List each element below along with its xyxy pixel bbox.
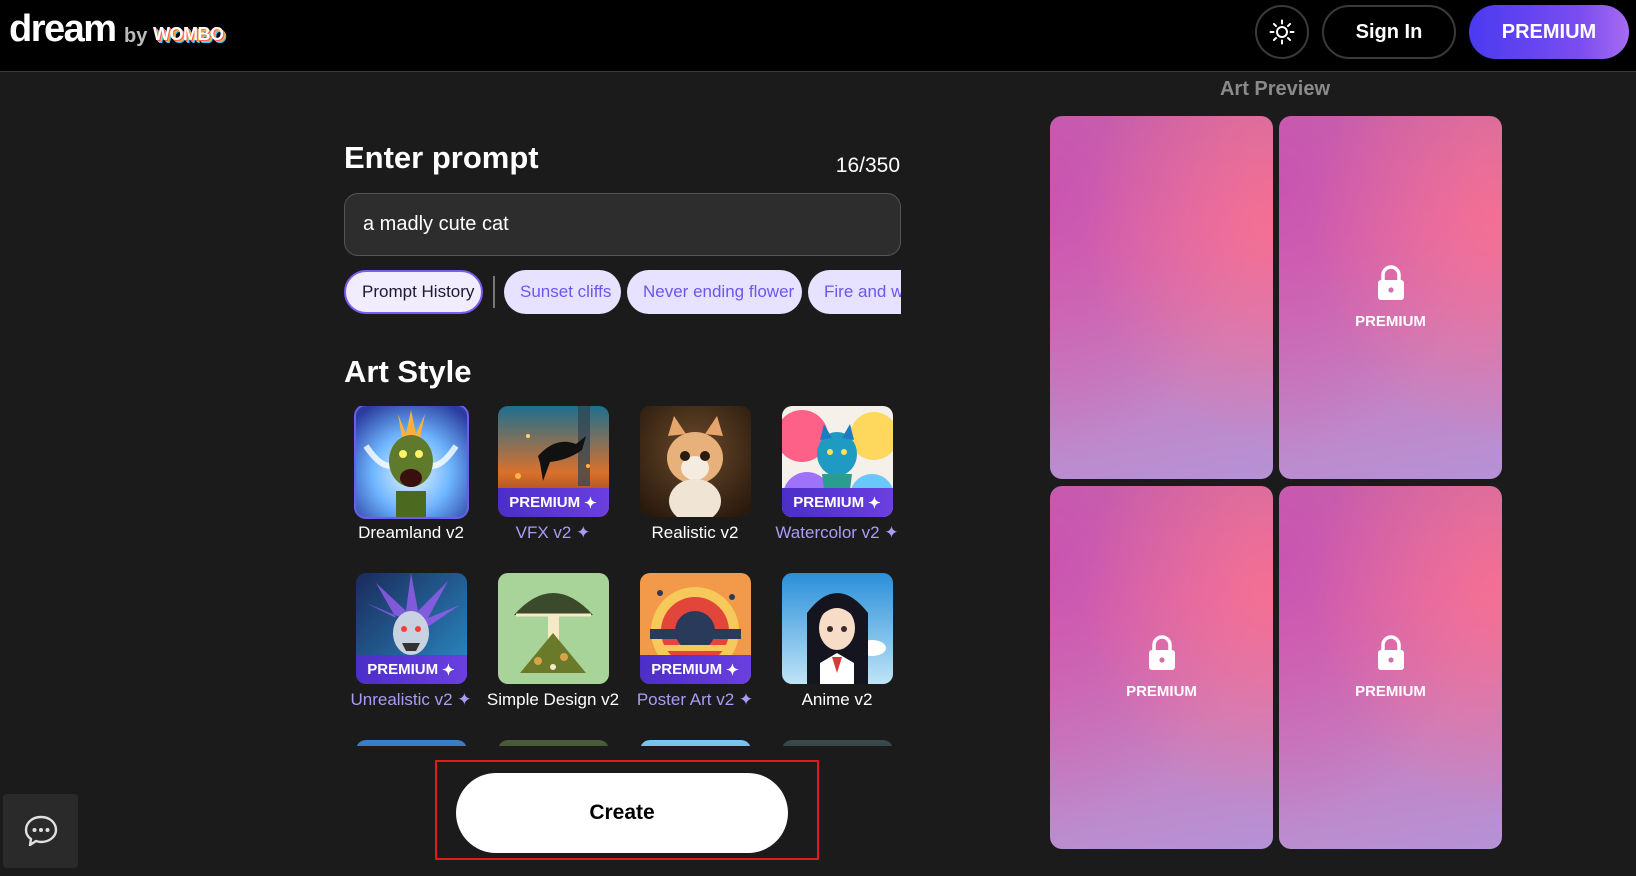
style-tile-anime[interactable]: Anime v2 xyxy=(766,573,908,710)
preview-card xyxy=(1050,116,1273,479)
style-label-text: VFX v2 xyxy=(515,523,572,542)
prompt-idea-chip[interactable]: Fire and water xyxy=(808,270,901,314)
premium-badge-text: PREMIUM xyxy=(651,661,723,678)
style-label-text: Unrealistic v2 xyxy=(350,690,453,709)
style-thumbnail xyxy=(355,740,467,746)
style-label: Realistic v2 xyxy=(651,523,739,542)
style-thumbnail xyxy=(497,740,609,746)
sparkle-icon: ✦ xyxy=(442,661,455,679)
lock-icon xyxy=(1148,635,1175,670)
prompt-idea-chip[interactable]: Never ending flower xyxy=(627,270,802,314)
style-label: Simple Design v2 xyxy=(486,690,620,709)
art-style-heading: Art Style xyxy=(344,354,472,389)
style-tile-poster-art[interactable]: PREMIUM ✦ Poster Art v2 ✦ xyxy=(624,573,766,710)
style-tile-simple-design[interactable]: Simple Design v2 xyxy=(482,573,624,710)
style-label: VFX v2 ✦ xyxy=(482,523,624,543)
top-bar: dream by WOMBO Sign In PREMIUM xyxy=(0,0,1636,72)
sun-icon xyxy=(1269,19,1295,45)
premium-badge: PREMIUM ✦ xyxy=(781,488,893,517)
style-thumbnail xyxy=(639,406,751,517)
dreamland-art xyxy=(355,406,467,517)
premium-badge-text: PREMIUM xyxy=(509,494,581,511)
style-label: Unrealistic v2 ✦ xyxy=(340,690,482,710)
sparkle-icon: ✦ xyxy=(457,690,472,709)
style-label-text: Poster Art v2 xyxy=(636,690,735,709)
theme-toggle-button[interactable] xyxy=(1255,5,1309,59)
style-thumbnail: PREMIUM ✦ xyxy=(497,406,609,517)
sparkle-icon: ✦ xyxy=(576,523,591,542)
premium-label: PREMIUM xyxy=(1126,683,1197,700)
premium-button[interactable]: PREMIUM xyxy=(1469,5,1629,59)
style-thumbnail: PREMIUM ✦ xyxy=(639,573,751,684)
sparkle-icon: ✦ xyxy=(868,494,881,512)
preview-card-locked[interactable]: PREMIUM xyxy=(1279,486,1502,849)
style-label: Anime v2 xyxy=(801,690,873,709)
premium-badge: PREMIUM ✦ xyxy=(355,655,467,684)
style-thumbnail xyxy=(781,573,893,684)
style-thumbnail xyxy=(781,740,893,746)
prompt-suggestions: Prompt History Sunset cliffs Never endin… xyxy=(344,270,901,316)
style-tile-partial[interactable] xyxy=(766,740,908,746)
chip-divider xyxy=(493,276,495,308)
preview-card-locked[interactable]: PREMIUM xyxy=(1279,116,1502,479)
prompt-input[interactable] xyxy=(344,193,901,256)
logo-by-text: by xyxy=(124,25,148,47)
premium-badge: PREMIUM ✦ xyxy=(497,488,609,517)
style-label-text: Watercolor v2 xyxy=(775,523,880,542)
style-tile-partial[interactable] xyxy=(482,740,624,746)
simple-design-art xyxy=(497,573,609,684)
prompt-idea-chip[interactable]: Sunset cliffs xyxy=(504,270,621,314)
prompt-heading: Enter prompt xyxy=(344,140,539,175)
style-thumbnail xyxy=(639,740,751,746)
character-counter: 16/350 xyxy=(835,154,900,177)
style-label: Dreamland v2 xyxy=(358,523,464,542)
style-tile-dreamland[interactable]: Dreamland v2 xyxy=(340,406,482,543)
style-tile-partial[interactable] xyxy=(340,740,482,746)
style-thumbnail: PREMIUM ✦ xyxy=(355,573,467,684)
chat-button[interactable] xyxy=(3,794,78,868)
premium-badge: PREMIUM ✦ xyxy=(639,655,751,684)
style-tile-watercolor[interactable]: PREMIUM ✦ Watercolor v2 ✦ xyxy=(766,406,908,543)
chat-bubble-icon xyxy=(24,815,57,847)
art-style-grid: Dreamland v2 PREMIUM ✦ VFX v2 ✦ Realisti… xyxy=(340,406,910,746)
preview-card-locked[interactable]: PREMIUM xyxy=(1050,486,1273,849)
premium-label: PREMIUM xyxy=(1355,313,1426,330)
sparkle-icon: ✦ xyxy=(726,661,739,679)
style-label: Watercolor v2 ✦ xyxy=(766,523,908,543)
sparkle-icon: ✦ xyxy=(738,690,754,709)
style-thumbnail xyxy=(497,573,609,684)
style-tile-vfx[interactable]: PREMIUM ✦ VFX v2 ✦ xyxy=(482,406,624,543)
lock-icon xyxy=(1377,635,1404,670)
style-thumbnail xyxy=(353,406,469,519)
premium-label: PREMIUM xyxy=(1355,683,1426,700)
style-tile-partial[interactable] xyxy=(624,740,766,746)
realistic-art xyxy=(639,406,751,517)
logo-dream-text: dream xyxy=(9,8,117,50)
style-tile-unrealistic[interactable]: PREMIUM ✦ Unrealistic v2 ✦ xyxy=(340,573,482,710)
style-tile-realistic[interactable]: Realistic v2 xyxy=(624,406,766,543)
lock-icon xyxy=(1377,265,1404,300)
prompt-history-button[interactable]: Prompt History xyxy=(344,270,483,314)
art-preview-heading: Art Preview xyxy=(1219,78,1331,100)
create-button[interactable]: Create xyxy=(456,773,788,853)
premium-badge-text: PREMIUM xyxy=(793,494,865,511)
sparkle-icon: ✦ xyxy=(884,523,899,542)
style-label: Poster Art v2 ✦ xyxy=(624,690,766,710)
sign-in-button[interactable]: Sign In xyxy=(1322,5,1456,59)
premium-badge-text: PREMIUM xyxy=(367,661,439,678)
sparkle-icon: ✦ xyxy=(584,494,597,512)
style-thumbnail: PREMIUM ✦ xyxy=(781,406,893,517)
anime-art xyxy=(781,573,893,684)
logo-wombo-wordmark: WOMBO xyxy=(153,24,224,44)
